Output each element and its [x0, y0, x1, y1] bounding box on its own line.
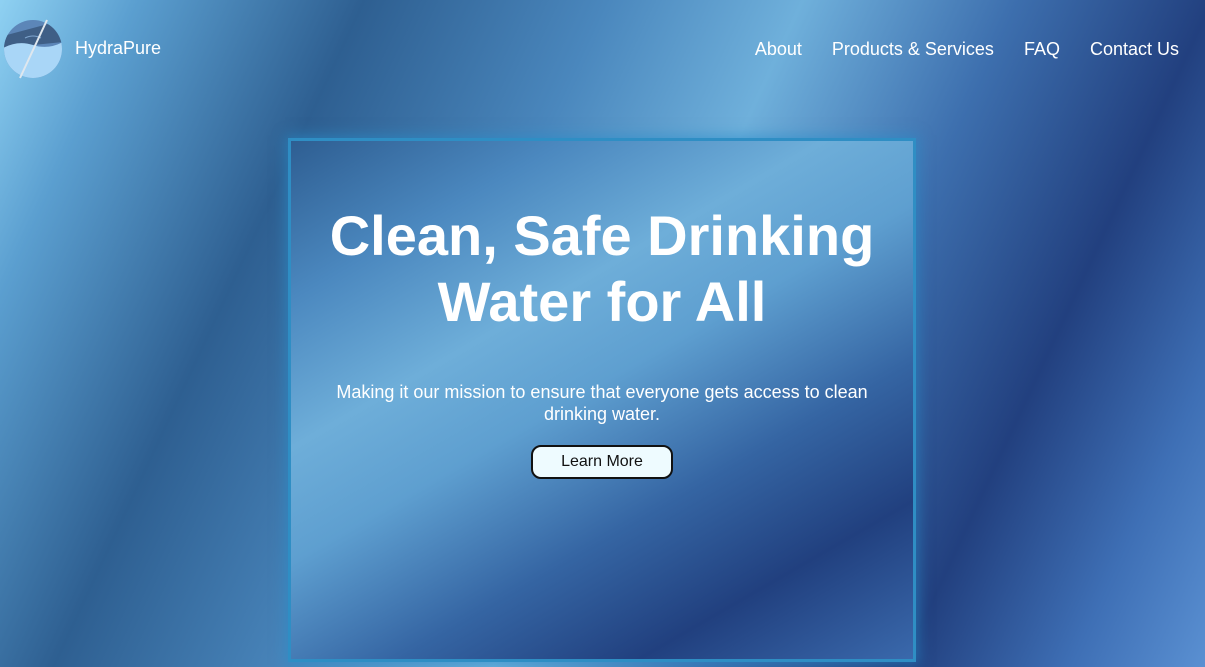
- hero-title-line-1: Clean, Safe Drinking: [329, 204, 875, 267]
- learn-more-button[interactable]: Learn More: [531, 445, 673, 479]
- nav-link-faq[interactable]: FAQ: [1024, 39, 1060, 59]
- nav-link-contact-us[interactable]: Contact Us: [1090, 39, 1179, 59]
- site-header: HydraPure About Products & Services FAQ …: [0, 0, 1205, 100]
- water-globe-icon[interactable]: [3, 18, 63, 80]
- hero-title-line-2: Water for All: [437, 270, 767, 333]
- nav-link-about[interactable]: About: [755, 39, 802, 59]
- nav-link-products-services[interactable]: Products & Services: [832, 39, 994, 59]
- brand-name[interactable]: HydraPure: [75, 38, 161, 58]
- main-nav: About Products & Services FAQ Contact Us: [755, 39, 1179, 59]
- hero-subtitle: Making it our mission to ensure that eve…: [336, 382, 868, 424]
- hero-title: Clean, Safe Drinking Water for All: [291, 203, 913, 335]
- hero-panel: Clean, Safe Drinking Water for All Makin…: [288, 138, 916, 662]
